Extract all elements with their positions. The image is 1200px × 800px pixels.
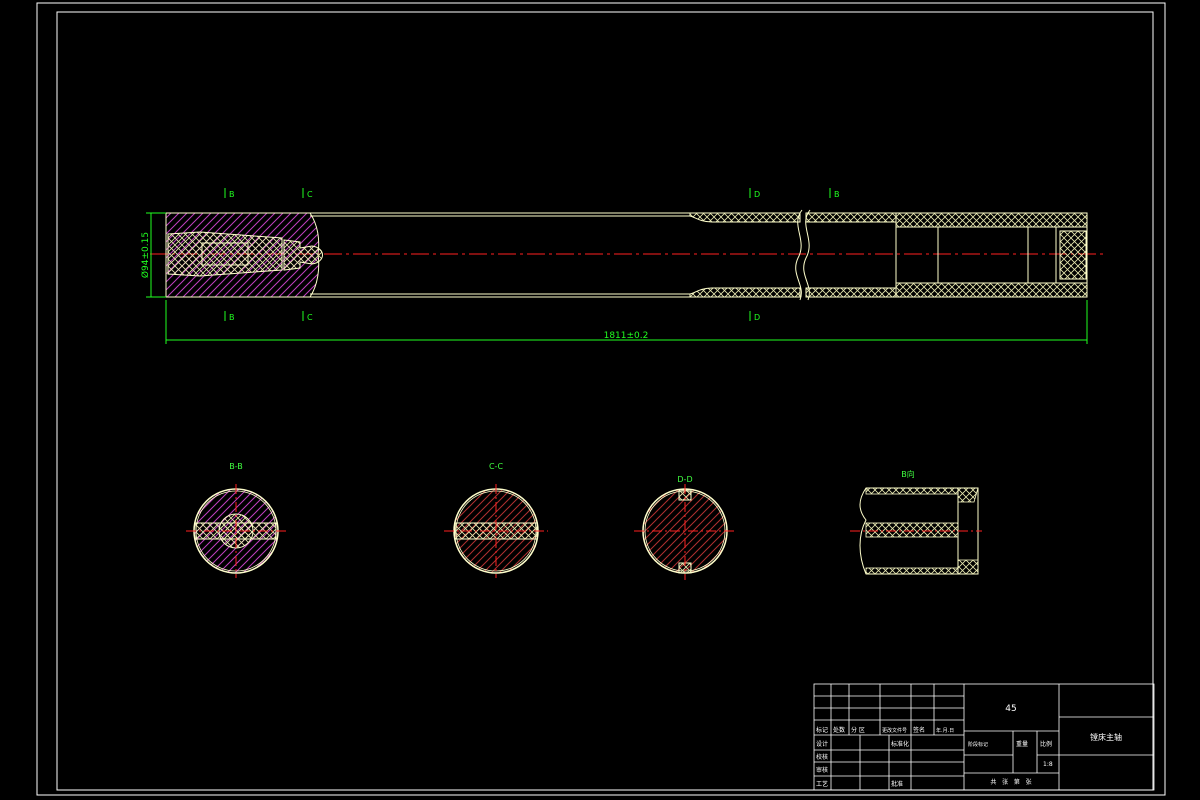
- section-title-cc: C-C: [489, 462, 503, 471]
- right-end-cap: [1059, 230, 1087, 280]
- right-wall-top: [805, 212, 1088, 228]
- header-date: 年.月.日: [936, 727, 954, 734]
- wall-top-right: [689, 212, 801, 223]
- role-check: 校核: [816, 753, 828, 761]
- material-text: 45: [1005, 704, 1016, 714]
- section-marks-top: B C D B: [224, 188, 840, 199]
- inner-frame: [56, 11, 1154, 791]
- scale-label: 比例: [1040, 740, 1052, 748]
- outer-frame: [36, 2, 1166, 796]
- main-view: 1811±0.2 Ø94±0.15 B C D B B C D: [140, 188, 1103, 344]
- section-mark-b2-top: B: [834, 190, 840, 199]
- section-view-cc: C-C: [444, 462, 548, 578]
- stage-label: 阶段标记: [968, 741, 988, 748]
- scale-value: 1:8: [1043, 761, 1053, 768]
- section-mark-b-top: B: [229, 190, 235, 199]
- section-mark-d-top: D: [754, 190, 760, 199]
- header-doc: 更改文件号: [882, 727, 907, 734]
- role-process: 工艺: [816, 780, 828, 788]
- section-marks-bottom: B C D: [224, 311, 760, 322]
- weight-label: 重量: [1016, 740, 1028, 748]
- length-dim-text: 1811±0.2: [604, 331, 649, 341]
- right-wall-bottom: [805, 282, 1088, 298]
- section-title-bb: B-B: [229, 462, 243, 471]
- header-count: 处数: [833, 726, 845, 734]
- section-title-dd: D-D: [677, 475, 692, 484]
- header-sign: 签名: [913, 726, 925, 734]
- approve-label: 批准: [891, 780, 903, 788]
- part-name-text: 镗床主轴: [1090, 732, 1122, 742]
- section-view-dd: D-D: [634, 475, 736, 580]
- header-mark: 标记: [816, 726, 828, 734]
- break-line-left: [795, 209, 803, 301]
- section-mark-c-bottom: C: [307, 313, 313, 322]
- detail-title: B向: [901, 469, 915, 479]
- role-design: 设计: [816, 740, 828, 748]
- break-line-right: [803, 209, 811, 301]
- diameter-dim-text: Ø94±0.15: [140, 232, 151, 278]
- std-label: 标准化: [891, 740, 909, 748]
- wall-bottom-right: [689, 287, 801, 298]
- header-zone: 分 区: [851, 726, 865, 734]
- role-review: 审核: [816, 766, 828, 774]
- section-view-bb: B-B: [186, 462, 286, 578]
- engineering-drawing: 1811±0.2 Ø94±0.15 B C D B B C D B-B C-C …: [36, 2, 1166, 796]
- section-mark-b-bottom: B: [229, 313, 235, 322]
- section-mark-c-top: C: [307, 190, 313, 199]
- detail-view-b: B向: [850, 469, 982, 575]
- sheet-info: 共 张 第 张: [990, 778, 1031, 786]
- section-mark-d-bottom: D: [754, 313, 760, 322]
- taper-socket: [167, 231, 283, 277]
